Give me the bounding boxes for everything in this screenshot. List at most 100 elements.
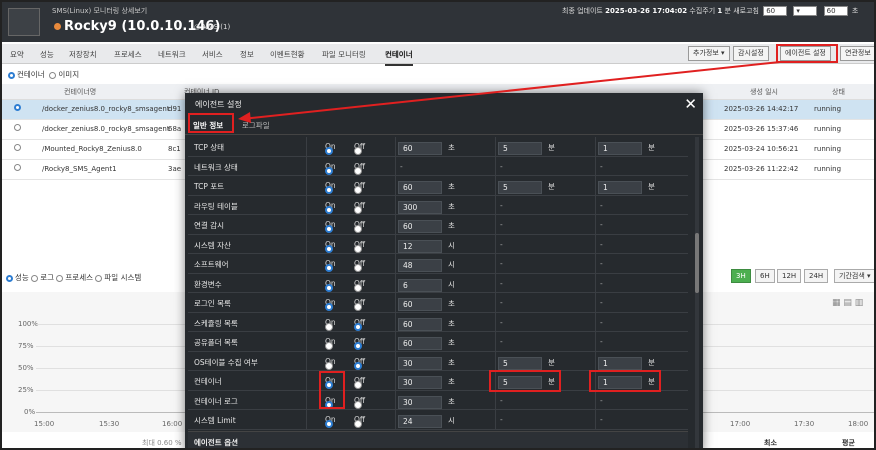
interval-input[interactable]: 300	[398, 200, 442, 214]
off-option[interactable]: Off	[354, 259, 365, 272]
on-option[interactable]: On	[325, 142, 336, 155]
on-option[interactable]: On	[325, 201, 336, 214]
on-radio[interactable]	[325, 303, 333, 311]
refresh-stepper[interactable]: ▾	[793, 6, 818, 16]
monitor-settings-button[interactable]: 감시설정	[733, 46, 769, 61]
tab-file-monitoring[interactable]: 파일 모니터링	[322, 49, 366, 60]
period-search-select[interactable]: 기간검색 ▾	[834, 269, 874, 283]
tab-info[interactable]: 정보	[240, 49, 254, 60]
off-option[interactable]: Off	[354, 162, 365, 175]
row-radio[interactable]	[14, 144, 21, 151]
off-radio[interactable]	[354, 283, 362, 292]
log-radio[interactable]	[31, 274, 39, 282]
off-radio[interactable]	[354, 264, 362, 272]
off-option[interactable]: Off	[354, 279, 365, 292]
interval-input[interactable]: 48	[398, 259, 442, 272]
on-radio[interactable]	[325, 342, 333, 350]
off-radio[interactable]	[354, 147, 362, 155]
tab-network[interactable]: 네트워크	[158, 49, 186, 60]
off-radio[interactable]	[354, 205, 362, 214]
interval-input[interactable]: 1	[598, 356, 642, 370]
off-radio[interactable]	[354, 244, 362, 253]
off-option[interactable]: Off	[354, 201, 365, 214]
on-radio[interactable]	[325, 225, 333, 233]
interval-input[interactable]: 60	[398, 181, 442, 194]
off-option[interactable]: Off	[354, 415, 365, 428]
interval-input[interactable]: 24	[398, 415, 442, 428]
dialog-scrollbar[interactable]	[695, 137, 699, 448]
off-option[interactable]: Off	[354, 318, 365, 331]
on-radio[interactable]	[325, 244, 333, 253]
on-radio[interactable]	[325, 361, 333, 370]
tab-performance[interactable]: 성능	[40, 49, 54, 60]
on-option[interactable]: On	[325, 357, 336, 370]
tab-events[interactable]: 이벤트현황	[270, 49, 305, 60]
on-option[interactable]: On	[325, 318, 336, 331]
off-radio[interactable]	[354, 381, 362, 389]
off-option[interactable]: Off	[354, 181, 365, 194]
agent-settings-button[interactable]: 에이전트 설정	[780, 46, 831, 61]
tab-service[interactable]: 서비스	[202, 49, 223, 60]
interval-input[interactable]: 6	[398, 278, 442, 292]
off-option[interactable]: Off	[354, 357, 365, 370]
on-option[interactable]: On	[325, 162, 336, 175]
on-option[interactable]: On	[325, 337, 336, 350]
interval-input[interactable]: 12	[398, 239, 442, 253]
on-radio[interactable]	[325, 322, 333, 331]
perf-radio[interactable]	[6, 274, 13, 282]
interval-input[interactable]: 60	[398, 142, 442, 155]
tab-general-info[interactable]: 일반 정보	[193, 120, 223, 131]
interval-input[interactable]: 1	[598, 142, 642, 155]
on-option[interactable]: On	[325, 298, 336, 311]
off-radio[interactable]	[354, 303, 362, 311]
row-radio[interactable]	[14, 104, 21, 111]
interval-input[interactable]: 30	[398, 356, 442, 370]
row-radio[interactable]	[14, 124, 21, 131]
on-option[interactable]: On	[325, 279, 336, 292]
interval-input[interactable]: 5	[498, 181, 542, 194]
time-12h-button[interactable]: 12H	[777, 269, 802, 283]
tab-container[interactable]: 컨테이너	[385, 49, 413, 66]
add-info-button[interactable]: 추가정보 ▾	[688, 46, 730, 61]
off-radio[interactable]	[354, 420, 362, 428]
on-radio[interactable]	[325, 186, 333, 194]
time-24h-button[interactable]: 24H	[804, 269, 829, 283]
close-icon[interactable]: ✕	[684, 95, 697, 113]
scrollbar-thumb[interactable]	[695, 233, 699, 293]
off-option[interactable]: Off	[354, 337, 365, 350]
off-radio[interactable]	[354, 361, 362, 370]
interval-input[interactable]: 60	[398, 220, 442, 233]
off-option[interactable]: Off	[354, 142, 365, 155]
interval-input[interactable]: 60	[398, 317, 442, 331]
on-radio[interactable]	[325, 264, 333, 272]
off-option[interactable]: Off	[354, 298, 365, 311]
row-radio[interactable]	[14, 164, 21, 171]
time-6h-button[interactable]: 6H	[755, 269, 775, 283]
interval-input[interactable]: 5	[498, 142, 542, 155]
off-radio[interactable]	[354, 342, 362, 350]
refresh-select[interactable]: 60	[763, 6, 788, 16]
off-radio[interactable]	[354, 166, 362, 175]
container-radio[interactable]	[8, 71, 15, 79]
off-option[interactable]: Off	[354, 396, 365, 409]
on-radio[interactable]	[325, 205, 333, 214]
off-radio[interactable]	[354, 400, 362, 409]
off-option[interactable]: Off	[354, 376, 365, 389]
image-radio[interactable]	[49, 71, 57, 79]
on-radio[interactable]	[325, 283, 333, 292]
interval-input[interactable]: 60	[398, 298, 442, 311]
tab-log-file[interactable]: 로그파일	[242, 120, 270, 131]
on-radio[interactable]	[325, 420, 333, 428]
interval-input[interactable]: 5	[498, 376, 542, 389]
on-radio[interactable]	[325, 166, 333, 175]
on-option[interactable]: On	[325, 220, 336, 233]
on-radio[interactable]	[325, 381, 333, 389]
interval-input[interactable]: 1	[598, 376, 642, 389]
process-radio[interactable]	[56, 274, 64, 282]
time-3h-button[interactable]: 3H	[731, 269, 751, 283]
off-option[interactable]: Off	[354, 220, 365, 233]
interval-input[interactable]: 30	[398, 376, 442, 389]
filesystem-radio[interactable]	[95, 274, 103, 282]
on-option[interactable]: On	[325, 376, 336, 389]
tab-storage[interactable]: 저장장치	[69, 49, 97, 60]
